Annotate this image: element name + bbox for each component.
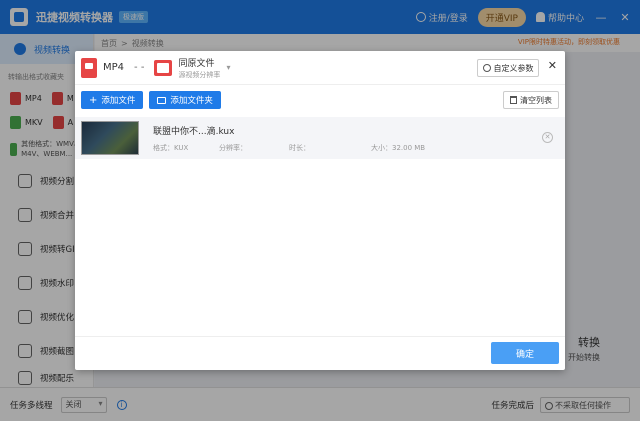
source-format[interactable]: MP4 (103, 62, 124, 73)
dialog-close-button[interactable]: ✕ (548, 59, 557, 72)
output-preset-sub: 源视频分辨率 (178, 70, 221, 79)
file-resolution: 分辨率： (219, 143, 247, 152)
add-file-button[interactable]: + 添加文件 (81, 91, 144, 109)
arrow-icon: - - (134, 62, 145, 73)
clear-list-label: 清空列表 (520, 95, 552, 105)
add-file-label: 添加文件 (101, 96, 136, 106)
gear-icon (482, 64, 491, 72)
output-preset[interactable]: 同原文件 源视频分辨率 (178, 56, 220, 80)
chevron-down-icon[interactable]: ▾ (226, 63, 230, 72)
add-folder-label: 添加文件夹 (170, 96, 213, 106)
file-list-item[interactable]: 联盟中你不...滴.kux 格式：KUX 分辨率： 时长： 大小：32.00 M… (75, 117, 565, 159)
output-settings-dialog: MP4 - - 同原文件 源视频分辨率 ▾ 自定义参数 ✕ + 添加文件 添加文… (75, 51, 565, 370)
clear-list-button[interactable]: 清空列表 (503, 91, 559, 109)
file-size: 大小：32.00 MB (371, 143, 426, 152)
folder-icon (157, 96, 167, 104)
custom-params-button[interactable]: 自定义参数 (477, 59, 539, 77)
plus-icon: + (89, 94, 98, 106)
custom-params-label: 自定义参数 (493, 63, 534, 73)
output-preset-name: 同原文件 (178, 58, 215, 69)
dialog-toolbar: + 添加文件 添加文件夹 (75, 85, 565, 115)
mp4-file-icon (81, 57, 97, 78)
file-name: 联盟中你不...滴.kux (153, 126, 235, 137)
dialog-header: MP4 - - 同原文件 源视频分辨率 ▾ 自定义参数 ✕ (75, 51, 565, 85)
trash-icon (510, 96, 517, 104)
file-info: 联盟中你不...滴.kux 格式：KUX 分辨率： 时长： 大小：32.00 M… (153, 124, 431, 153)
add-folder-button[interactable]: 添加文件夹 (149, 91, 221, 109)
file-format: 格式：KUX (153, 143, 189, 152)
video-device-icon (154, 59, 173, 76)
file-duration: 时长： (289, 143, 310, 152)
confirm-button[interactable]: 确定 (491, 342, 559, 364)
video-thumbnail (81, 121, 139, 155)
file-meta: 格式：KUX 分辨率： 时长： 大小：32.00 MB (153, 143, 431, 153)
remove-file-icon[interactable]: ✕ (542, 132, 553, 143)
